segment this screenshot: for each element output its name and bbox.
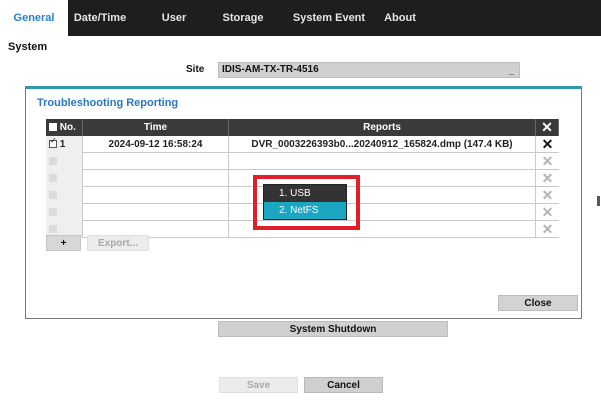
delete-icon: ✕ [541, 187, 554, 203]
row-report: DVR_0003226393b0...20240912_165824.dmp (… [229, 136, 536, 153]
site-label: Site [186, 64, 205, 75]
row-number: 1 [59, 139, 66, 150]
section-title: System [8, 41, 48, 53]
add-button[interactable]: + [46, 235, 81, 251]
col-time-header: Time [83, 119, 229, 136]
tab-user[interactable]: User [144, 0, 204, 36]
tab-storage[interactable]: Storage [212, 0, 274, 36]
col-no-header: No. [59, 122, 76, 133]
delete-icon: ✕ [541, 204, 554, 220]
row-checkbox[interactable]: ✓ [49, 137, 57, 149]
select-all-checkbox[interactable] [49, 123, 57, 132]
delete-icon: ✕ [541, 153, 554, 169]
row-checkbox[interactable] [49, 208, 57, 217]
dialog-title: Troubleshooting Reporting [37, 97, 179, 109]
row-checkbox[interactable] [49, 191, 57, 200]
select-all-cell[interactable]: No. [46, 119, 83, 136]
scroll-indicator [597, 196, 600, 206]
cancel-button[interactable]: Cancel [304, 377, 383, 393]
row-checkbox[interactable] [49, 157, 57, 166]
tab-bar: General Date/Time User Storage System Ev… [0, 0, 601, 36]
text-cursor-icon: _ [508, 66, 514, 76]
table-row[interactable]: ✓ 1 2024-09-12 16:58:24 DVR_0003226393b0… [46, 136, 559, 153]
col-reports-header: Reports [229, 119, 536, 136]
export-button[interactable]: Export... [87, 235, 149, 251]
row-checkbox[interactable] [49, 225, 57, 234]
site-value: IDIS-AM-TX-TR-4516 [222, 64, 319, 75]
tab-about[interactable]: About [372, 0, 428, 36]
delete-icon: ✕ [541, 170, 554, 186]
system-shutdown-button[interactable]: System Shutdown [218, 321, 448, 337]
tab-date-time[interactable]: Date/Time [68, 0, 132, 36]
delete-icon: ✕ [541, 221, 554, 237]
export-destination-menu: 1. USB Storage 2. NetFS [263, 184, 347, 220]
close-button[interactable]: Close [498, 295, 578, 311]
site-field[interactable]: IDIS-AM-TX-TR-4516 _ [218, 62, 520, 78]
table-header: No. Time Reports ✕ [46, 119, 559, 136]
row-checkbox[interactable] [49, 174, 57, 183]
delete-all-icon[interactable]: ✕ [536, 119, 559, 136]
delete-icon[interactable]: ✕ [536, 136, 559, 153]
save-button[interactable]: Save [219, 377, 298, 393]
tab-system-event[interactable]: System Event [284, 0, 374, 36]
menu-item-usb-storage[interactable]: 1. USB Storage [264, 185, 346, 216]
tab-general[interactable]: General [0, 0, 68, 36]
table-row[interactable]: ✕ [46, 153, 559, 170]
row-time: 2024-09-12 16:58:24 [83, 136, 229, 153]
menu-item-netfs[interactable]: 2. NetFS [264, 202, 346, 219]
